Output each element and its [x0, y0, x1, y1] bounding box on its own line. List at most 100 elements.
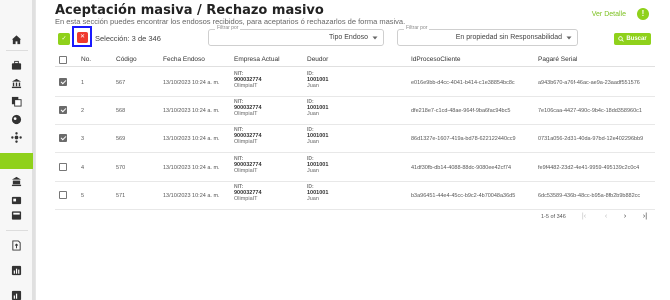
- cell-fecha: 13/10/2023 10:24 a. m.: [163, 136, 220, 142]
- cell-empresa: NIT: 900032774 OlimpiaIT: [234, 156, 262, 174]
- empresa-name: OlimpiaIT: [234, 83, 258, 89]
- col-no: No.: [81, 56, 92, 63]
- empresa-name: OlimpiaIT: [234, 168, 258, 174]
- cell-deudor: ID: 1001001 Juan: [307, 99, 328, 117]
- row-checkbox[interactable]: [59, 134, 67, 142]
- cell-empresa: NIT: 900032774 OlimpiaIT: [234, 127, 262, 145]
- filter-propiedad-select[interactable]: Filtrar por En propiedad sin Responsabil…: [397, 25, 578, 46]
- deudor-name: Juan: [307, 83, 319, 89]
- documents-icon: [11, 96, 22, 107]
- home-icon: [11, 34, 22, 44]
- file-upload-icon: [12, 239, 21, 251]
- cell-empresa: NIT: 900032774 OlimpiaIT: [234, 71, 262, 89]
- network-icon: [11, 131, 22, 143]
- cell-idproceso: 41df30fb-db14-4088-88dc-9080ee42cf74: [411, 165, 511, 171]
- institution-icon: [11, 176, 22, 186]
- ver-detalle-link[interactable]: Ver Detalle: [592, 11, 626, 18]
- cell-fecha: 13/10/2023 10:24 a. m.: [163, 108, 220, 114]
- search-icon: [618, 36, 625, 42]
- sidebar-item-chart[interactable]: [0, 262, 33, 278]
- buscar-label: Buscar: [626, 36, 647, 42]
- cell-deudor: ID: 1001001 Juan: [307, 156, 328, 174]
- buscar-button[interactable]: Buscar: [614, 33, 651, 45]
- cell-fecha: 13/10/2023 10:24 a. m.: [163, 193, 220, 199]
- caret-down-icon: [566, 36, 572, 40]
- row-checkbox[interactable]: [59, 78, 67, 86]
- cell-codigo: 569: [116, 136, 126, 142]
- empresa-name: OlimpiaIT: [234, 139, 258, 145]
- cell-no: 3: [81, 136, 85, 142]
- sidebar-item-home[interactable]: [0, 31, 33, 47]
- sidebar-item-briefcase[interactable]: [0, 57, 33, 73]
- page-title: Aceptación masiva / Rechazo masivo: [55, 3, 324, 18]
- table-row[interactable]: 1 567 13/10/2023 10:24 a. m. e016e9bb-d4cc-…: [55, 68, 655, 97]
- last-page-button[interactable]: ›|: [639, 211, 651, 223]
- sidebar-item-documents[interactable]: [0, 93, 33, 109]
- info-icon[interactable]: !: [637, 8, 649, 20]
- col-codigo: Código: [116, 56, 137, 63]
- reject-button[interactable]: ✕: [77, 32, 88, 43]
- filter-legend: Filtrar por: [215, 25, 241, 31]
- empresa-name: OlimpiaIT: [234, 196, 258, 202]
- table-row[interactable]: 4 570 13/10/2023 10:24 a. m. 41df30fb-db14-…: [55, 153, 655, 182]
- row-checkbox[interactable]: [59, 191, 67, 199]
- cell-empresa: NIT: 900032774 OlimpiaIT: [234, 184, 262, 202]
- cell-idproceso: e016e9bb-d4cc-4041-b414-c1e38854bc8c: [411, 80, 515, 86]
- cell-deudor: ID: 1001001 Juan: [307, 184, 328, 202]
- col-deudor: Deudor: [307, 56, 329, 63]
- cell-no: 2: [81, 108, 85, 114]
- cell-codigo: 568: [116, 108, 126, 114]
- cell-pagare: 7e106caa-4427-490c-9b4c-18dd358960c1: [538, 108, 642, 114]
- sidebar-item-inbox[interactable]: [0, 207, 33, 223]
- cell-idproceso: b3a96451-44e4-45cc-b9c2-4b70048a36d5: [411, 193, 516, 199]
- cell-idproceso: dfe218e7-c1cd-48ae-964f-9ba6fac94bc5: [411, 108, 511, 114]
- cell-pagare: 6dc53589-436b-48cc-b95a-8fb2b9b882cc: [538, 193, 641, 199]
- table-row[interactable]: 3 569 13/10/2023 10:24 a. m. 86d1327e-1607-…: [55, 124, 655, 153]
- sidebar-item-bank[interactable]: [0, 75, 33, 91]
- col-pagare: Pagaré Serial: [538, 56, 578, 63]
- col-idproceso: IdProcesoCliente: [411, 56, 461, 63]
- cell-fecha: 13/10/2023 10:24 a. m.: [163, 80, 220, 86]
- cell-fecha: 13/10/2023 10:24 a. m.: [163, 165, 220, 171]
- select-all-checkbox[interactable]: [59, 56, 67, 64]
- next-page-button[interactable]: ›: [619, 211, 631, 223]
- globe-icon: [11, 114, 22, 124]
- pagination-range: 1-5 of 346: [541, 214, 566, 220]
- bank-icon: [11, 78, 22, 88]
- caret-down-icon: [372, 36, 378, 40]
- filter-value: En propiedad sin Responsabilidad: [455, 34, 562, 41]
- first-page-button[interactable]: |‹: [578, 211, 590, 223]
- sidebar-item-chart-2[interactable]: [0, 287, 33, 300]
- sidebar-item-network[interactable]: [0, 129, 33, 145]
- sidebar-item-institution[interactable]: [0, 173, 33, 189]
- sidebar-item-active[interactable]: [0, 153, 33, 169]
- cell-idproceso: 86d1327e-1607-419a-bd78-622122440cc9: [411, 136, 516, 142]
- sidebar-item-id-card[interactable]: [0, 192, 33, 208]
- cell-pagare: fe9f4482-23d2-4e41-9959-495139c2c0c4: [538, 165, 640, 171]
- table-row[interactable]: 2 568 13/10/2023 10:24 a. m. dfe218e7-c1cd-…: [55, 96, 655, 125]
- bar-chart-icon: [11, 265, 22, 275]
- sidebar-divider: [6, 230, 28, 231]
- filter-tipo-endoso-select[interactable]: Filtrar por Tipo Endoso: [208, 25, 384, 46]
- cell-empresa: NIT: 900032774 OlimpiaIT: [234, 99, 262, 117]
- sidebar-item-globe[interactable]: [0, 111, 33, 127]
- row-checkbox[interactable]: [59, 106, 67, 114]
- col-empresa: Empresa Actual: [234, 56, 280, 63]
- sidebar-item-file-upload[interactable]: [0, 237, 33, 253]
- filter-value: Tipo Endoso: [328, 34, 368, 41]
- table-row[interactable]: 5 571 13/10/2023 10:24 a. m. b3a96451-44e4-…: [55, 181, 655, 210]
- sidebar: [0, 0, 36, 300]
- id-card-icon: [11, 196, 22, 204]
- empresa-name: OlimpiaIT: [234, 111, 258, 117]
- cell-deudor: ID: 1001001 Juan: [307, 127, 328, 145]
- cell-no: 5: [81, 193, 85, 199]
- cell-codigo: 570: [116, 165, 126, 171]
- row-checkbox[interactable]: [59, 163, 67, 171]
- sidebar-divider: [6, 50, 28, 51]
- briefcase-icon: [11, 60, 22, 70]
- accept-button[interactable]: ✓: [58, 33, 70, 45]
- prev-page-button[interactable]: ‹: [600, 211, 612, 223]
- filter-legend: Filtrar por: [404, 25, 430, 31]
- deudor-name: Juan: [307, 139, 319, 145]
- deudor-name: Juan: [307, 168, 319, 174]
